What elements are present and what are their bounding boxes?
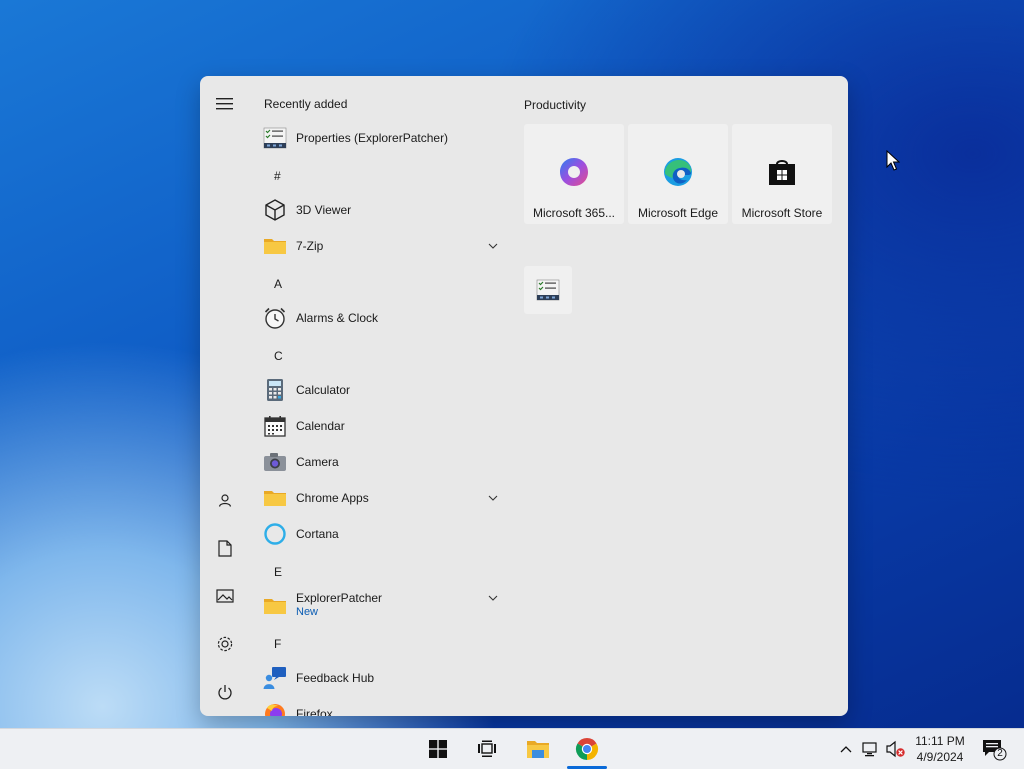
start-menu: Recently added Properties (ExplorerPatch…: [200, 76, 848, 716]
tile-properties-small[interactable]: [524, 266, 572, 314]
tile-microsoft-store[interactable]: Microsoft Store: [732, 124, 832, 224]
picture-icon: [216, 589, 234, 603]
app-calendar[interactable]: Calendar: [250, 408, 508, 444]
group-letter-e[interactable]: E: [274, 565, 282, 579]
app-label: Cortana: [296, 527, 339, 541]
app-label: Properties (ExplorerPatcher): [296, 131, 449, 145]
app-calculator[interactable]: Calculator: [250, 372, 508, 408]
app-folder-7zip[interactable]: 7-Zip: [250, 228, 508, 264]
tile-label: Microsoft Edge: [637, 206, 719, 220]
edge-icon: [664, 158, 692, 186]
microsoft-365-icon: [560, 158, 588, 186]
taskbar-clock[interactable]: 11:11 PM 4/9/2024: [905, 733, 975, 765]
app-label: Calendar: [296, 419, 345, 433]
cube-icon: [265, 199, 285, 221]
document-icon: [218, 539, 232, 557]
feedback-hub-icon: [263, 667, 286, 689]
account-button[interactable]: [209, 484, 241, 516]
show-hidden-icons-button[interactable]: [836, 729, 856, 769]
app-properties-explorerpatcher[interactable]: Properties (ExplorerPatcher): [250, 120, 508, 156]
mouse-cursor-icon: [886, 150, 900, 171]
properties-app-icon: [536, 279, 560, 301]
productivity-group-title[interactable]: Productivity: [524, 98, 586, 112]
task-view-button[interactable]: [465, 729, 509, 769]
app-label: Camera: [296, 455, 339, 469]
app-label: 7-Zip: [296, 239, 324, 253]
windows-logo-icon: [429, 740, 447, 758]
all-apps-list[interactable]: Recently added Properties (ExplorerPatch…: [250, 76, 508, 716]
tile-label: Microsoft Store: [741, 206, 823, 220]
firefox-icon: [265, 704, 285, 716]
app-label: ExplorerPatcher: [296, 591, 383, 605]
pinned-tiles-area: Productivity Microsoft 365... Microsoft …: [518, 76, 848, 716]
store-bag-icon: [769, 160, 795, 185]
pictures-button[interactable]: [209, 580, 241, 612]
action-center-button[interactable]: 2: [978, 729, 1010, 769]
app-folder-chrome-apps[interactable]: Chrome Apps: [250, 480, 508, 516]
documents-button[interactable]: [209, 532, 241, 564]
app-label: Chrome Apps: [296, 491, 369, 505]
app-label: Alarms & Clock: [296, 311, 379, 325]
hamburger-icon: [216, 98, 233, 110]
group-letter-c[interactable]: C: [274, 349, 283, 363]
gear-icon: [217, 636, 233, 652]
power-icon: [218, 685, 232, 700]
folder-icon: [264, 491, 286, 506]
app-folder-explorerpatcher[interactable]: ExplorerPatcher New: [250, 586, 508, 626]
recently-added-header: Recently added: [264, 97, 348, 111]
folder-icon: [264, 599, 286, 614]
clock-time: 11:11 PM: [915, 734, 965, 748]
group-letter-f[interactable]: F: [274, 637, 281, 651]
cortana-icon: [264, 523, 286, 545]
app-3d-viewer[interactable]: 3D Viewer: [250, 192, 508, 228]
app-label: Firefox: [296, 707, 333, 716]
app-label: 3D Viewer: [296, 203, 352, 217]
folder-icon: [264, 239, 286, 254]
alarm-clock-icon: [264, 307, 286, 329]
app-label: Calculator: [296, 383, 351, 397]
power-button[interactable]: [209, 676, 241, 708]
group-letter-a[interactable]: A: [274, 277, 282, 291]
chevron-up-icon: [840, 746, 852, 753]
network-icon: [862, 742, 877, 757]
properties-app-icon: [263, 127, 287, 149]
app-camera[interactable]: Camera: [250, 444, 508, 480]
settings-button[interactable]: [209, 628, 241, 660]
camera-icon: [264, 453, 286, 471]
calendar-icon: [264, 416, 286, 437]
chrome-icon: [575, 737, 599, 760]
start-rail: [200, 76, 250, 716]
tile-microsoft-365[interactable]: Microsoft 365...: [524, 124, 624, 224]
tile-microsoft-edge[interactable]: Microsoft Edge: [628, 124, 728, 224]
network-tray-button[interactable]: [860, 729, 882, 769]
expand-menu-button[interactable]: [209, 88, 241, 120]
chevron-down-icon[interactable]: [486, 591, 500, 605]
start-button[interactable]: [416, 729, 460, 769]
calculator-icon: [267, 379, 283, 401]
app-label: Feedback Hub: [296, 671, 375, 685]
app-firefox[interactable]: Firefox: [250, 696, 508, 716]
user-icon: [218, 494, 232, 507]
group-letter-hash[interactable]: #: [274, 169, 281, 183]
chevron-down-icon[interactable]: [486, 491, 500, 505]
clock-date: 4/9/2024: [916, 750, 964, 764]
volume-muted-icon: [886, 740, 905, 758]
taskbar: 11:11 PM 4/9/2024 2: [0, 728, 1024, 769]
app-alarms-clock[interactable]: Alarms & Clock: [250, 300, 508, 336]
notification-count: 2: [997, 748, 1003, 759]
tile-label: Microsoft 365...: [532, 206, 616, 220]
task-view-icon: [478, 740, 496, 757]
file-explorer-button[interactable]: [516, 729, 560, 769]
app-cortana[interactable]: Cortana: [250, 516, 508, 552]
chrome-taskbar-button[interactable]: [565, 729, 609, 769]
chevron-down-icon[interactable]: [486, 239, 500, 253]
app-feedback-hub[interactable]: Feedback Hub: [250, 660, 508, 696]
folder-icon: [527, 741, 549, 758]
new-badge: New: [296, 606, 319, 618]
